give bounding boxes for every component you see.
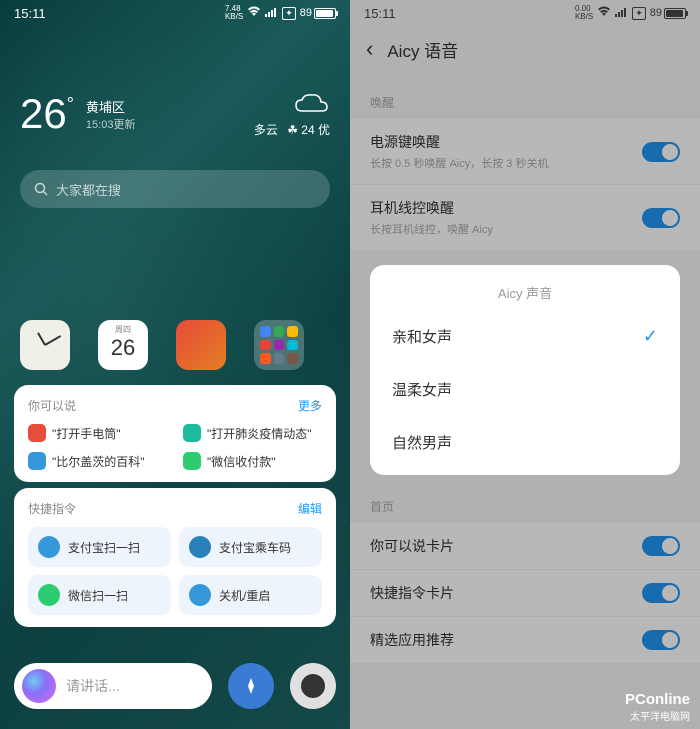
suggestion-text: "微信收付款": [207, 453, 276, 470]
wifi-icon: [247, 6, 261, 20]
shortcut-item[interactable]: 支付宝乘车码: [179, 527, 322, 567]
color-app-icon[interactable]: [176, 320, 226, 370]
shortcut-text: 支付宝乘车码: [219, 539, 291, 556]
suggestion-text: "打开肺炎疫情动态": [207, 425, 312, 442]
clock-app-icon[interactable]: [20, 320, 70, 370]
modal-title: Aicy 声音: [370, 283, 680, 302]
bottom-bar: 请讲话...: [14, 663, 336, 709]
voice-option[interactable]: 亲和女声 ✓: [370, 310, 680, 363]
watermark-main: PConline: [625, 691, 690, 708]
suggestion-icon: [183, 424, 201, 442]
voice-option[interactable]: 温柔女声: [370, 363, 680, 416]
check-icon: ✓: [643, 326, 658, 347]
suggestion-icon: [28, 424, 46, 442]
suggestion-item[interactable]: "打开手电筒": [28, 424, 167, 442]
shortcut-text: 关机/重启: [219, 587, 270, 604]
voice-option[interactable]: 自然男声: [370, 416, 680, 469]
network-speed: 0.00 KB/S: [575, 5, 593, 21]
shortcut-icon: [189, 536, 211, 558]
voice-option-label: 温柔女声: [392, 379, 452, 400]
battery-indicator: 89: [650, 7, 686, 19]
shortcuts-title: 快捷指令: [28, 500, 76, 517]
battery-percent: 89: [300, 7, 312, 19]
shortcut-text: 微信扫一扫: [68, 587, 128, 604]
phone-right: 15:11 0.00 KB/S ✦ 89 ‹ Aicy 语音 唤醒 电源: [350, 0, 700, 729]
suggestion-text: "打开手电筒": [52, 425, 121, 442]
search-placeholder: 大家都在搜: [56, 180, 121, 199]
voice-input-pill[interactable]: 请讲话...: [14, 663, 212, 709]
shortcut-icon: [38, 536, 60, 558]
status-time: 15:11: [364, 6, 396, 21]
aicy-orb-icon: [22, 669, 56, 703]
suggestions-more-link[interactable]: 更多: [298, 397, 322, 414]
calendar-weekday: 周四: [115, 324, 131, 335]
status-right: 0.00 KB/S ✦ 89: [575, 5, 686, 21]
status-bar-right: 15:11 0.00 KB/S ✦ 89: [350, 0, 700, 26]
watermark: PConline 太平洋电脑网: [625, 691, 690, 723]
weather-condition: 多云: [254, 123, 278, 137]
suggestion-icon: [28, 452, 46, 470]
calendar-date: 26: [111, 335, 135, 361]
suggestions-title: 你可以说: [28, 397, 76, 414]
calendar-app-icon[interactable]: 周四 26: [98, 320, 148, 370]
watermark-sub: 太平洋电脑网: [625, 708, 690, 723]
shortcuts-card: 快捷指令 编辑 支付宝扫一扫 支付宝乘车码微信扫一扫 关机/重启: [14, 488, 336, 627]
camera-button[interactable]: [290, 663, 336, 709]
shortcut-item[interactable]: 支付宝扫一扫: [28, 527, 171, 567]
status-right: 7.48 KB/S ✦ 89: [225, 5, 336, 21]
voice-option-label: 亲和女声: [392, 326, 452, 347]
battery-icon: [314, 8, 336, 19]
voice-selection-modal: Aicy 声音 亲和女声 ✓ 温柔女声自然男声: [370, 265, 680, 475]
suggestion-icon: [183, 452, 201, 470]
folder-icon[interactable]: [254, 320, 304, 370]
voice-option-label: 自然男声: [392, 432, 452, 453]
signal-icon: [615, 6, 628, 20]
weather-widget[interactable]: 26° 黄埔区 15:03更新 多云 ☘ 24 优: [20, 90, 330, 138]
search-icon: [34, 182, 48, 196]
weather-updated: 15:03更新: [86, 116, 136, 132]
suggestion-item[interactable]: "打开肺炎疫情动态": [183, 424, 322, 442]
signal-icon: [265, 6, 278, 20]
battery-icon: [664, 8, 686, 19]
status-bar-left: 15:11 7.48 KB/S ✦ 89: [0, 0, 350, 26]
shortcuts-edit-link[interactable]: 编辑: [298, 500, 322, 517]
suggestion-item[interactable]: "微信收付款": [183, 452, 322, 470]
shortcut-item[interactable]: 微信扫一扫: [28, 575, 171, 615]
shortcut-text: 支付宝扫一扫: [68, 539, 140, 556]
shortcut-icon: [38, 584, 60, 606]
wifi-icon: [597, 6, 611, 20]
network-speed: 7.48 KB/S: [225, 5, 243, 21]
suggestion-item[interactable]: "比尔盖茨的百科": [28, 452, 167, 470]
search-bar[interactable]: 大家都在搜: [20, 170, 330, 208]
shortcut-item[interactable]: 关机/重启: [179, 575, 322, 615]
compass-button[interactable]: [228, 663, 274, 709]
temperature: 26°: [20, 90, 74, 138]
apps-row: 周四 26: [20, 320, 330, 370]
suggestion-text: "比尔盖茨的百科": [52, 453, 145, 470]
compass-icon: [240, 675, 262, 697]
voice-placeholder: 请讲话...: [66, 676, 120, 696]
suggestions-card: 你可以说 更多 "打开手电筒" "打开肺炎疫情动态" "比尔盖茨的百科" "微信收付款…: [14, 385, 336, 482]
cloud-icon: [292, 91, 330, 117]
weather-aqi: ☘ 24 优: [287, 123, 330, 137]
weather-location: 黄埔区: [86, 97, 136, 116]
hd-icon: ✦: [632, 7, 646, 20]
shortcut-icon: [189, 584, 211, 606]
phone-left: 15:11 7.48 KB/S ✦ 89 26° 黄埔区: [0, 0, 350, 729]
battery-indicator: 89: [300, 7, 336, 19]
hd-icon: ✦: [282, 7, 296, 20]
battery-percent: 89: [650, 7, 662, 19]
status-time: 15:11: [14, 6, 46, 21]
